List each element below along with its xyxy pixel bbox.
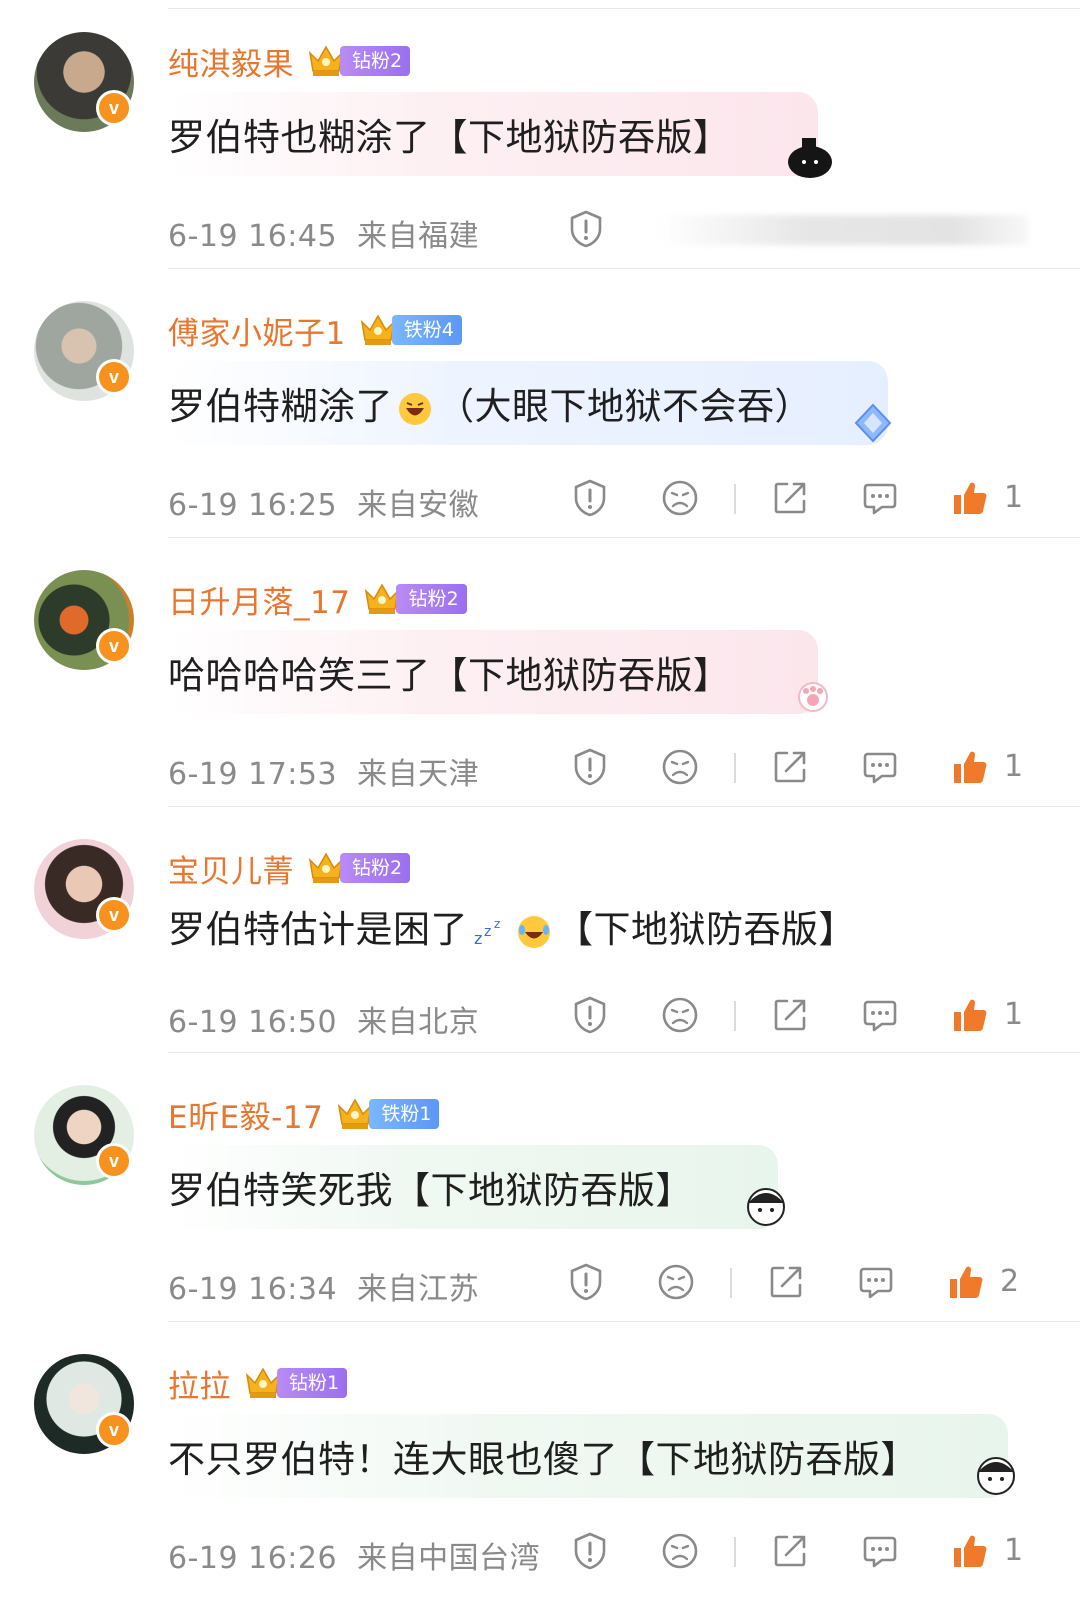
avatar[interactable]: v <box>34 570 134 670</box>
separator <box>734 753 736 783</box>
like-icon[interactable] <box>950 478 990 518</box>
comment-text: 罗伯特估计是困了 z z z 【下地狱防吞版】 <box>168 908 856 951</box>
username[interactable]: 拉拉 <box>168 1361 231 1406</box>
tears-of-joy-emoji-icon <box>518 915 550 948</box>
zzz-emoji-icon: zzz <box>474 917 501 948</box>
comment-item: v 日升月落_17 钻粉2 哈哈哈哈笑三了【下地狱防吞版】 6-19 17:53… <box>0 538 1080 807</box>
share-icon[interactable] <box>770 1531 810 1571</box>
fan-badge[interactable]: 钻粉2 <box>340 853 411 883</box>
like-icon[interactable] <box>950 995 990 1035</box>
username[interactable]: 日升月落_17 <box>168 577 350 622</box>
share-icon[interactable] <box>766 1262 806 1302</box>
reply-icon[interactable] <box>860 995 900 1035</box>
chibi-sticker-icon <box>747 1188 785 1226</box>
avatar[interactable]: v <box>34 301 134 401</box>
comment-bubble: 罗伯特估计是困了 z z z 【下地狱防吞版】 <box>168 891 888 961</box>
username[interactable]: 傅家小妮子1 <box>168 308 346 353</box>
verified-icon: v <box>96 1412 132 1448</box>
like-icon[interactable] <box>950 1531 990 1571</box>
comment-meta: 6-19 16:45 来自福建 <box>168 219 480 254</box>
report-icon[interactable] <box>570 747 610 787</box>
cat-sticker-icon <box>788 138 832 178</box>
fan-badge[interactable]: 钻粉2 <box>396 584 467 614</box>
comment-text: 罗伯特糊涂了 （大眼下地狱不会吞） <box>168 385 812 428</box>
verified-icon: v <box>96 897 132 933</box>
comment-item: v 傅家小妮子1 铁粉4 罗伯特糊涂了 （大眼下地狱不会吞） 6-19 16:25… <box>0 269 1080 538</box>
comment-item: v 纯淇毅果 钻粉2 罗伯特也糊涂了【下地狱防吞版】 6-19 16:45 来自… <box>0 0 1080 269</box>
diamond-sticker-icon <box>854 403 892 443</box>
dislike-icon[interactable] <box>660 1531 700 1571</box>
comment-text: 罗伯特也糊涂了【下地狱防吞版】 <box>168 116 731 159</box>
fan-badge[interactable]: 铁粉1 <box>369 1099 440 1129</box>
paw-sticker-icon <box>798 682 828 712</box>
avatar[interactable]: v <box>34 32 134 132</box>
reply-icon[interactable] <box>860 1531 900 1571</box>
comment-meta: 6-19 16:50 来自北京 <box>168 1005 480 1040</box>
verified-icon: v <box>96 359 132 395</box>
comment-text: 不只罗伯特！连大眼也傻了【下地狱防吞版】 <box>168 1438 918 1481</box>
comment-bubble: 哈哈哈哈笑三了【下地狱防吞版】 <box>168 630 828 714</box>
username[interactable]: E昕E毅-17 <box>168 1092 323 1137</box>
comment-bubble: 不只罗伯特！连大眼也傻了【下地狱防吞版】 <box>168 1414 1015 1498</box>
comment-item: v 拉拉 钻粉1 不只罗伯特！连大眼也傻了【下地狱防吞版】 6-19 16:26… <box>0 1322 1080 1591</box>
like-icon[interactable] <box>950 747 990 787</box>
fan-badge[interactable]: 钻粉1 <box>277 1368 348 1398</box>
avatar[interactable]: v <box>34 1354 134 1454</box>
report-icon[interactable] <box>570 478 610 518</box>
avatar[interactable]: v <box>34 1085 134 1185</box>
report-icon[interactable] <box>570 1531 610 1571</box>
like-count: 1 <box>1004 480 1024 515</box>
dislike-icon[interactable] <box>656 1262 696 1302</box>
dislike-icon[interactable] <box>660 478 700 518</box>
svg-text:z: z <box>494 917 501 931</box>
reply-icon[interactable] <box>860 747 900 787</box>
svg-text:z: z <box>474 929 483 948</box>
fan-badge[interactable]: 钻粉2 <box>340 46 411 76</box>
comment-bubble: 罗伯特糊涂了 （大眼下地狱不会吞） <box>168 361 892 445</box>
reply-icon[interactable] <box>856 1262 896 1302</box>
comment-item: v 宝贝儿菁 钻粉2 罗伯特估计是困了 z z z 【下地狱防吞版】 6-19 16:5… <box>0 807 1080 1053</box>
avatar[interactable]: v <box>34 839 134 939</box>
comment-text: 哈哈哈哈笑三了【下地狱防吞版】 <box>168 654 731 697</box>
verified-icon: v <box>96 90 132 126</box>
like-count: 1 <box>1004 749 1024 784</box>
comment-item: v E昕E毅-17 铁粉1 罗伯特笑死我【下地狱防吞版】 6-19 16:34 … <box>0 1053 1080 1322</box>
share-icon[interactable] <box>770 995 810 1035</box>
comment-meta: 6-19 16:34 来自江苏 <box>168 1272 480 1307</box>
comment-text: 罗伯特笑死我【下地狱防吞版】 <box>168 1169 693 1212</box>
fan-badge[interactable]: 铁粉4 <box>391 315 462 345</box>
reply-icon[interactable] <box>860 478 900 518</box>
dislike-icon[interactable] <box>660 995 700 1035</box>
comment-bubble: 罗伯特也糊涂了【下地狱防吞版】 <box>168 92 832 178</box>
report-icon[interactable] <box>570 995 610 1035</box>
comment-meta: 6-19 17:53 来自天津 <box>168 757 480 792</box>
username[interactable]: 宝贝儿菁 <box>168 846 294 891</box>
like-count: 1 <box>1004 997 1024 1032</box>
report-icon[interactable] <box>566 209 606 249</box>
share-icon[interactable] <box>770 478 810 518</box>
laughing-emoji-icon <box>399 392 431 425</box>
like-count: 2 <box>1000 1264 1020 1299</box>
verified-icon: v <box>96 628 132 664</box>
blurred-actions <box>658 215 1028 245</box>
separator <box>734 1001 736 1031</box>
comment-bubble: 罗伯特笑死我【下地狱防吞版】 <box>168 1145 785 1229</box>
svg-text:z: z <box>484 924 492 940</box>
separator <box>730 1268 732 1298</box>
comment-meta: 6-19 16:26 来自中国台湾 <box>168 1541 541 1576</box>
report-icon[interactable] <box>566 1262 606 1302</box>
verified-icon: v <box>96 1143 132 1179</box>
dislike-icon[interactable] <box>660 747 700 787</box>
comment-meta: 6-19 16:25 来自安徽 <box>168 488 480 523</box>
share-icon[interactable] <box>770 747 810 787</box>
like-icon[interactable] <box>946 1262 986 1302</box>
like-count: 1 <box>1004 1533 1024 1568</box>
separator <box>734 484 736 514</box>
chibi-sticker-icon <box>977 1457 1015 1495</box>
separator <box>734 1537 736 1567</box>
username[interactable]: 纯淇毅果 <box>168 39 294 84</box>
